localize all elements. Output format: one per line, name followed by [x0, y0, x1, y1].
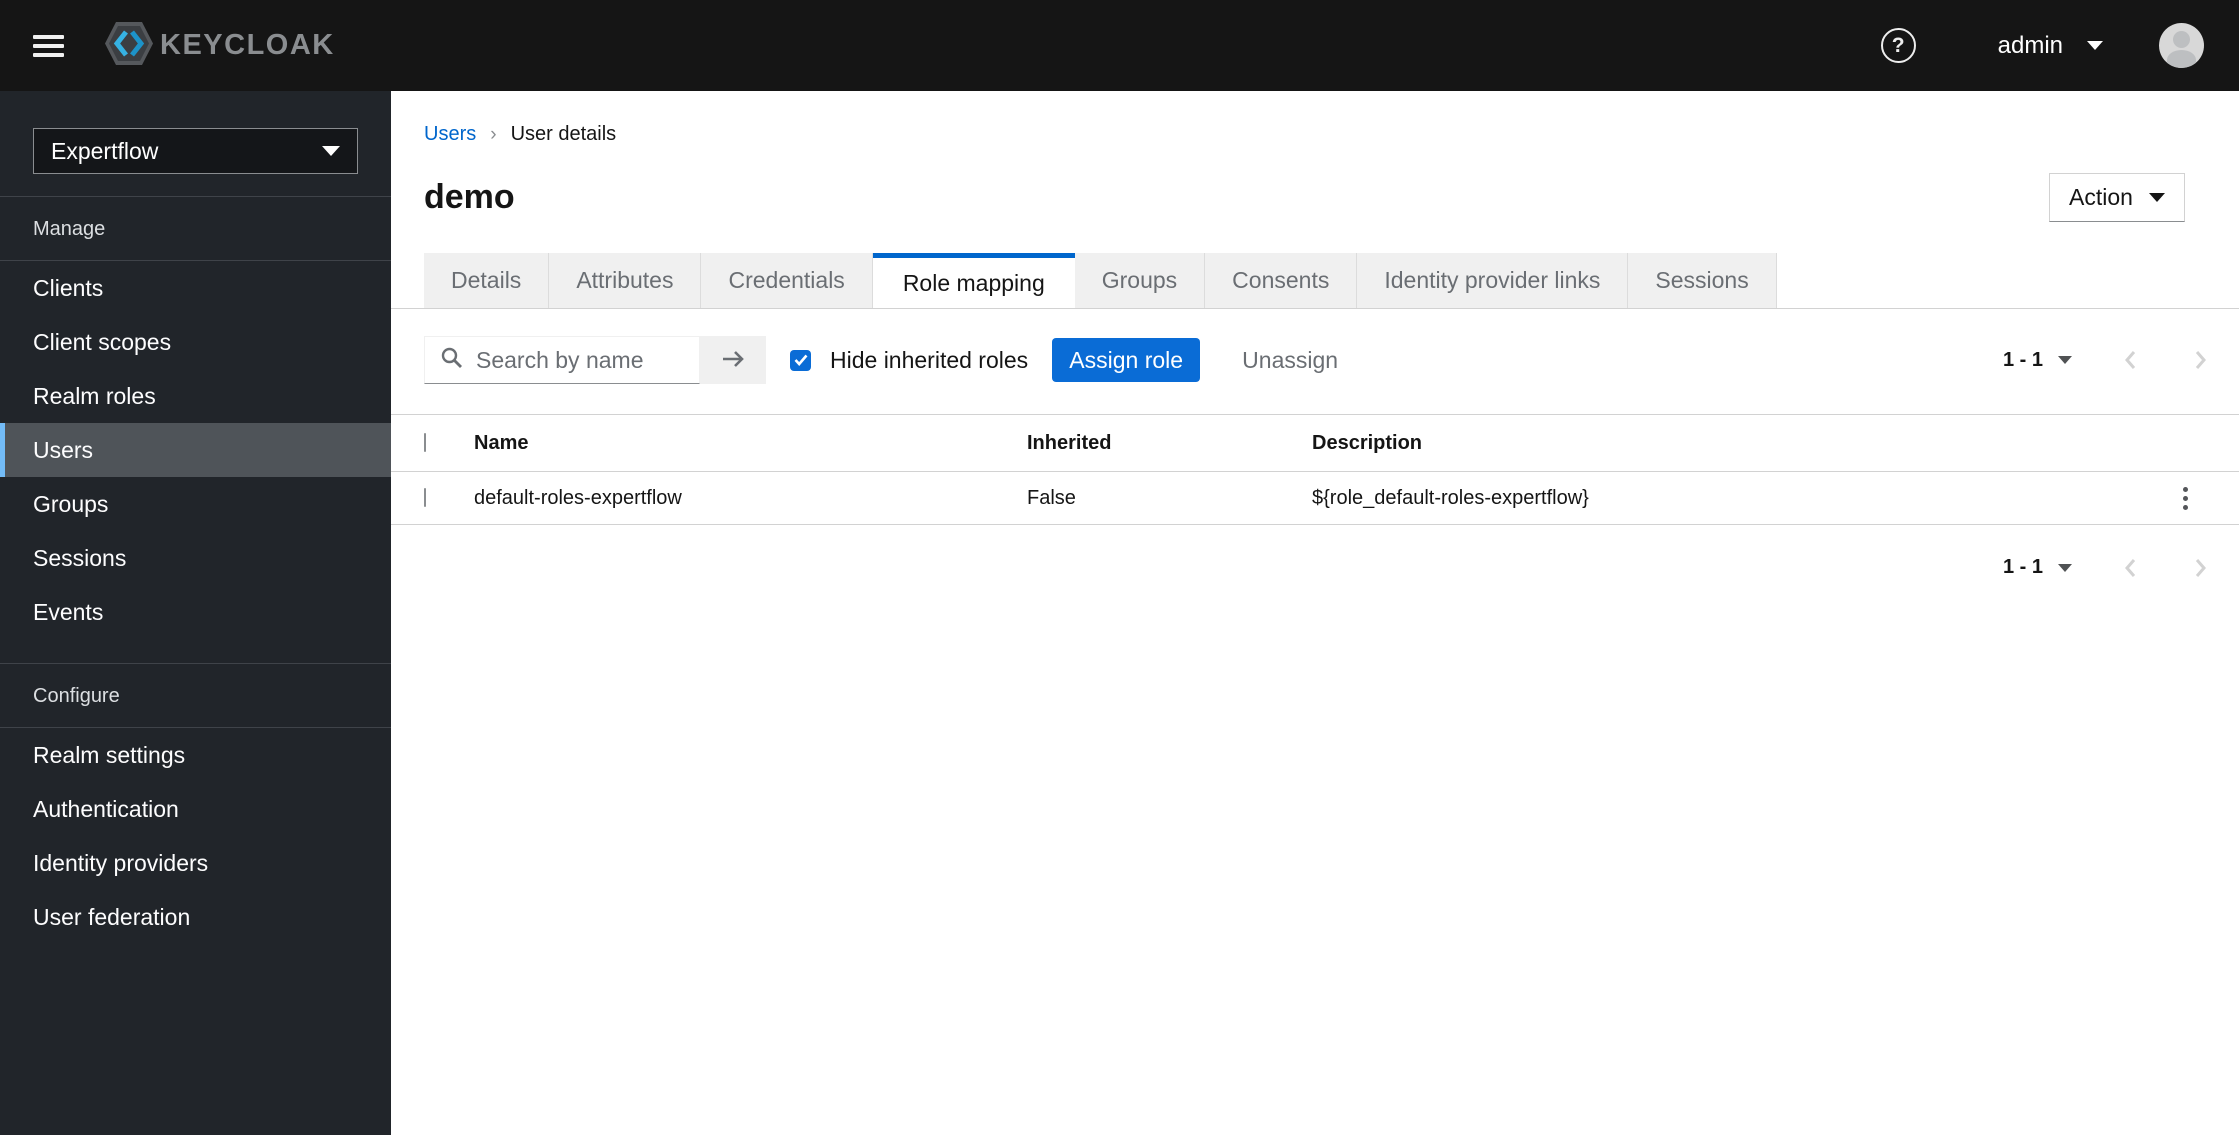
pagination-prev-button[interactable] [2121, 557, 2141, 579]
sidebar-item-identity-providers[interactable]: Identity providers [0, 836, 391, 890]
sidebar-item-client-scopes[interactable]: Client scopes [0, 315, 391, 369]
pagination-range: 1 - 1 [2002, 556, 2043, 578]
keycloak-logo[interactable]: KEYCLOAK [104, 21, 335, 71]
nav-section-manage: Manage [33, 218, 106, 240]
chevron-left-icon [2125, 558, 2136, 577]
action-dropdown-button[interactable]: Action [2049, 173, 2185, 222]
hide-inherited-roles-checkbox[interactable] [790, 349, 811, 371]
page-title: demo [424, 178, 515, 216]
keycloak-logo-icon [104, 21, 154, 71]
sidebar-item-user-federation[interactable]: User federation [0, 890, 391, 944]
row-kebab-menu-icon[interactable] [2183, 486, 2188, 510]
avatar-person-icon [2173, 31, 2190, 48]
avatar[interactable] [2159, 23, 2204, 68]
sidebar-item-clients[interactable]: Clients [0, 261, 391, 315]
sidebar: Expertflow Manage Clients Client scopes … [0, 91, 391, 1135]
sidebar-item-sessions[interactable]: Sessions [0, 531, 391, 585]
realm-selector-label: Expertflow [51, 137, 159, 164]
breadcrumb-users-link[interactable]: Users [424, 123, 476, 146]
row-name: default-roles-expertflow [474, 486, 682, 509]
chevron-right-icon [2195, 351, 2206, 369]
row-inherited: False [1027, 486, 1076, 509]
sidebar-item-realm-settings[interactable]: Realm settings [0, 728, 391, 782]
hamburger-menu-icon[interactable] [33, 34, 64, 57]
tab-attributes[interactable]: Attributes [549, 253, 702, 308]
pagination-menu-toggle-icon[interactable] [2058, 356, 2072, 364]
realm-selector[interactable]: Expertflow [33, 128, 358, 174]
tab-details[interactable]: Details [424, 253, 550, 308]
tab-role-mapping[interactable]: Role mapping [872, 253, 1075, 308]
column-header-description: Description [1312, 431, 1423, 454]
toolbar: Hide inherited roles Assign role Unassig… [391, 336, 2239, 384]
column-header-inherited: Inherited [1027, 431, 1112, 454]
tab-identity-provider-links[interactable]: Identity provider links [1357, 253, 1629, 308]
chevron-down-icon [322, 146, 340, 156]
masthead: KEYCLOAK ? admin [0, 0, 2239, 91]
sidebar-item-groups[interactable]: Groups [0, 477, 391, 531]
pagination-menu-toggle-icon[interactable] [2058, 563, 2072, 572]
search-group [424, 336, 766, 384]
brand-text: KEYCLOAK [160, 29, 335, 61]
pagination-next-button[interactable] [2190, 557, 2210, 579]
row-description: ${role_default-roles-expertflow} [1312, 486, 1589, 509]
chevron-down-icon [2148, 193, 2165, 202]
pagination-range: 1 - 1 [2002, 348, 2043, 371]
tab-consents[interactable]: Consents [1205, 253, 1358, 308]
main-content: Users › User details demo Action Details… [391, 91, 2239, 1135]
pagination-prev-button[interactable] [2121, 349, 2141, 371]
username: admin [1997, 31, 2063, 59]
unassign-button[interactable]: Unassign [1242, 347, 1338, 374]
search-box [424, 336, 700, 384]
assign-role-button[interactable]: Assign role [1052, 338, 1201, 382]
pagination-next-button[interactable] [2190, 349, 2210, 371]
chevron-right-icon: › [490, 123, 497, 145]
sidebar-item-authentication[interactable]: Authentication [0, 782, 391, 836]
arrow-right-icon [720, 348, 746, 373]
table-header-row: Name Inherited Description [391, 415, 2239, 472]
pagination-top: 1 - 1 [2003, 349, 2210, 372]
hide-inherited-roles-label[interactable]: Hide inherited roles [830, 347, 1028, 374]
sidebar-item-realm-roles[interactable]: Realm roles [0, 369, 391, 423]
chevron-right-icon [2195, 558, 2206, 577]
chevron-left-icon [2125, 351, 2136, 369]
tab-credentials[interactable]: Credentials [701, 253, 873, 308]
search-input[interactable] [476, 346, 691, 374]
breadcrumb-current: User details [510, 123, 617, 145]
table-row: default-roles-expertflow False ${role_de… [391, 472, 2239, 525]
help-icon[interactable]: ? [1880, 28, 1916, 63]
search-submit-button[interactable] [700, 336, 766, 384]
nav-section-configure: Configure [33, 685, 120, 707]
pagination-bottom-wrap: 1 - 1 [391, 556, 2239, 579]
tab-groups[interactable]: Groups [1074, 253, 1206, 308]
sidebar-item-events[interactable]: Events [0, 585, 391, 639]
tab-bar: Details Attributes Credentials Role mapp… [391, 253, 2239, 309]
pagination-bottom: 1 - 1 [2003, 556, 2210, 579]
sidebar-item-users[interactable]: Users [0, 423, 391, 477]
role-mapping-table: Name Inherited Description default-roles… [391, 414, 2239, 525]
hide-inherited-roles-control: Hide inherited roles [790, 347, 1028, 374]
chevron-down-icon [2087, 41, 2103, 50]
tab-sessions[interactable]: Sessions [1628, 253, 1777, 308]
search-icon [440, 346, 464, 375]
column-header-name: Name [474, 431, 529, 454]
row-checkbox[interactable] [424, 488, 426, 507]
select-all-checkbox[interactable] [424, 433, 426, 452]
breadcrumb: Users › User details [424, 123, 2185, 146]
check-icon [794, 354, 807, 366]
user-menu[interactable]: admin [1998, 32, 2103, 60]
masthead-right: ? admin [1880, 23, 2204, 68]
